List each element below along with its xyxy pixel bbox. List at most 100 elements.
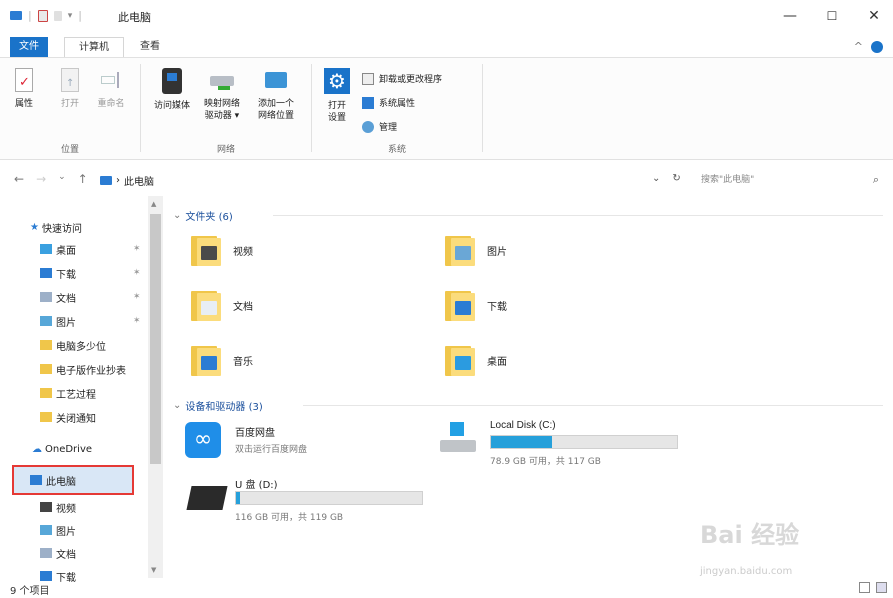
rename-button[interactable]: 重命名: [96, 68, 126, 110]
tab-file[interactable]: 文件: [10, 37, 48, 57]
folder-icon: [40, 364, 52, 374]
device-baidu-netdisk[interactable]: ∞ 百度网盘 双击运行百度网盘: [185, 418, 385, 468]
manage-label: 管理: [379, 123, 398, 133]
this-pc-icon: [30, 475, 42, 485]
nav-item[interactable]: 图片: [40, 519, 76, 541]
rename-icon: [99, 68, 123, 92]
help-icon[interactable]: [871, 40, 883, 53]
item-count: 9 个项目: [10, 586, 50, 597]
nav-this-pc[interactable]: 此电脑: [30, 469, 76, 491]
uninstall-programs-button[interactable]: 卸载或更改程序: [362, 72, 442, 85]
tab-view[interactable]: 查看: [130, 37, 170, 57]
watermark-url: jingyan.baidu.com: [700, 566, 793, 577]
folder-icon: [443, 342, 477, 378]
nav-item-label: 关闭通知: [56, 413, 96, 425]
properties-qa-icon[interactable]: [37, 9, 48, 22]
window-title: 此电脑: [118, 11, 151, 24]
scroll-thumb[interactable]: [150, 214, 161, 464]
open-settings-button[interactable]: ⚙ 打开 设置: [320, 68, 354, 124]
device-local-disk-c[interactable]: Local Disk (C:) 78.9 GB 可用，共 117 GB: [438, 418, 698, 468]
details-view-icon[interactable]: [859, 582, 870, 593]
pin-icon[interactable]: ✶: [133, 268, 141, 278]
nav-item[interactable]: 工艺过程: [40, 382, 96, 404]
manage-button[interactable]: 管理: [362, 120, 397, 133]
folder-item[interactable]: 图片: [443, 232, 507, 268]
ribbon-group-network: 访问媒体 映射网络 驱动器 ▾ 添加一个 网络位置 网络: [141, 58, 311, 161]
recent-locations-button[interactable]: ⌄: [58, 172, 66, 186]
back-button[interactable]: ←: [14, 172, 24, 186]
map-drive-label-2: 驱动器 ▾: [204, 111, 240, 121]
access-media-button[interactable]: 访问媒体: [149, 68, 195, 112]
open-settings-label-2: 设置: [327, 113, 346, 123]
folder-icon: [189, 342, 223, 378]
system-properties-label: 系统属性: [379, 99, 416, 109]
device-capacity: 116 GB 可用，共 119 GB: [235, 513, 344, 523]
nav-item[interactable]: 电子版作业抄表: [40, 358, 126, 380]
close-button[interactable]: ✕: [864, 6, 884, 26]
minimize-button[interactable]: —: [780, 6, 800, 26]
up-button[interactable]: ↑: [78, 172, 88, 186]
devices-section-header[interactable]: ⌄ 设备和驱动器 (3): [173, 396, 883, 414]
navigation-buttons: ← → ⌄ ↑: [14, 172, 88, 186]
qa-dropdown-icon[interactable]: ▾: [68, 11, 73, 21]
folders-section-header[interactable]: ⌄ 文件夹 (6): [173, 206, 883, 224]
pin-icon[interactable]: ✶: [133, 244, 141, 254]
this-pc-icon: [10, 11, 22, 20]
refresh-button[interactable]: ↻: [672, 173, 680, 184]
nav-item[interactable]: 图片: [40, 310, 76, 332]
open-button[interactable]: ↑ 打开: [58, 68, 82, 110]
nav-item[interactable]: 桌面: [40, 238, 76, 260]
folder-item[interactable]: 桌面: [443, 342, 507, 378]
collapse-ribbon-button[interactable]: ^: [854, 40, 863, 53]
breadcrumb-separator: ›: [116, 174, 120, 186]
nav-quick-access-label: 快速访问: [41, 223, 82, 235]
search-icon[interactable]: ⌕: [873, 170, 879, 190]
system-properties-button[interactable]: 系统属性: [362, 96, 415, 109]
nav-item[interactable]: 电脑多少位: [40, 334, 106, 356]
nav-item[interactable]: 视频: [40, 496, 76, 518]
nav-onedrive[interactable]: ☁ OneDrive: [32, 438, 92, 460]
scroll-up-icon[interactable]: ▲: [151, 200, 156, 208]
folder-item[interactable]: 视频: [189, 232, 253, 268]
forward-button[interactable]: →: [36, 172, 46, 186]
disk-usage-bar: [490, 435, 678, 449]
nav-item-label: 文档: [56, 549, 76, 561]
group-label-network: 网络: [216, 145, 235, 155]
folder-item[interactable]: 文档: [189, 287, 253, 323]
device-usb-d[interactable]: U 盘 (D:) 116 GB 可用，共 119 GB: [185, 474, 445, 524]
folder-item[interactable]: 音乐: [189, 342, 253, 378]
map-drive-button[interactable]: 映射网络 驱动器 ▾: [199, 68, 245, 122]
device-name: 百度网盘: [235, 428, 275, 439]
nav-this-pc-label: 此电脑: [46, 476, 76, 488]
scroll-down-icon[interactable]: ▼: [151, 566, 156, 574]
nav-item[interactable]: 文档: [40, 542, 76, 564]
nav-item[interactable]: 关闭通知: [40, 406, 96, 428]
folder-icon: [40, 244, 52, 254]
pin-icon[interactable]: ✶: [133, 316, 141, 326]
open-icon: ↑: [61, 68, 79, 92]
new-folder-qa-icon[interactable]: [53, 10, 62, 21]
maximize-button[interactable]: ☐: [822, 6, 842, 26]
nav-quick-access[interactable]: ★ 快速访问: [30, 216, 82, 238]
navigation-pane: ★ 快速访问 桌面 ✶ 下载 ✶ 文档 ✶ 图片 ✶ 电脑多少位 电子版作业抄表 工艺过程 关闭通知 …: [0, 196, 163, 584]
add-network-location-button[interactable]: 添加一个 网络位置: [251, 68, 301, 122]
folder-item[interactable]: 下载: [443, 287, 507, 323]
nav-scrollbar[interactable]: ▲ ▼: [148, 196, 163, 578]
folder-icon: [40, 548, 52, 558]
nav-onedrive-label: OneDrive: [45, 443, 93, 455]
nav-item[interactable]: 下载: [40, 262, 76, 284]
ribbon-group-system: ⚙ 打开 设置 卸载或更改程序 系统属性 管理 系统: [312, 58, 482, 161]
nav-item[interactable]: 文档: [40, 286, 76, 308]
rename-label: 重命名: [97, 99, 125, 109]
nav-item-label: 图片: [56, 526, 76, 538]
open-label: 打开: [60, 99, 79, 109]
tab-computer[interactable]: 计算机: [64, 37, 124, 57]
properties-button[interactable]: ✓ 属性: [12, 68, 36, 110]
address-bar[interactable]: › 此电脑: [100, 170, 665, 190]
address-dropdown-icon[interactable]: ⌄: [652, 173, 660, 184]
large-icons-view-icon[interactable]: [876, 582, 887, 593]
search-box[interactable]: 搜索"此电脑" ⌕: [695, 170, 885, 190]
nav-item-label: 图片: [56, 317, 76, 329]
pin-icon[interactable]: ✶: [133, 292, 141, 302]
breadcrumb-this-pc[interactable]: 此电脑: [124, 173, 154, 188]
